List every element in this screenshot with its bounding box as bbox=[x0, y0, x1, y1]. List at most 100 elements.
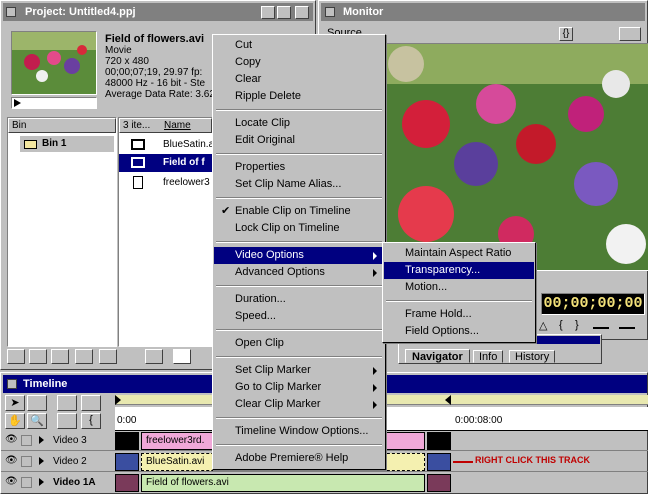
clip-thumb[interactable] bbox=[427, 474, 451, 492]
clip-field-of-flowers[interactable]: Field of flowers.avi bbox=[141, 474, 425, 492]
monitor-titlebar[interactable]: Monitor bbox=[321, 3, 645, 21]
minimize-button[interactable] bbox=[261, 6, 275, 19]
menu-item-enable-clip-on-timeline[interactable]: ✔ Enable Clip on Timeline bbox=[214, 203, 384, 220]
edit-line-icon[interactable]: } bbox=[575, 319, 579, 331]
in-out-icon[interactable]: { bbox=[81, 413, 101, 429]
menu-item-maintain-aspect-ratio[interactable]: Maintain Aspect Ratio bbox=[384, 245, 534, 262]
expand-triangle-icon[interactable] bbox=[39, 457, 44, 465]
menu-item-set-clip-marker[interactable]: Set Clip Marker bbox=[214, 362, 384, 379]
clip-freelower3rd[interactable] bbox=[115, 432, 139, 450]
extract-icon[interactable] bbox=[619, 319, 635, 329]
close-box-icon[interactable] bbox=[7, 379, 17, 389]
clip-end-frame[interactable] bbox=[427, 432, 451, 450]
menu-separator bbox=[216, 241, 382, 243]
menu-item-label: Enable Clip on Timeline bbox=[235, 205, 351, 217]
selection-tool-icon[interactable]: ➤ bbox=[5, 395, 25, 411]
trash-icon[interactable] bbox=[75, 349, 93, 364]
close-box-icon[interactable] bbox=[325, 7, 335, 17]
menu-item-clear-clip-marker[interactable]: Clear Clip Marker bbox=[214, 396, 384, 413]
eye-icon[interactable]: 👁 bbox=[5, 455, 18, 466]
menu-item-advanced-options[interactable]: Advanced Options bbox=[214, 264, 384, 281]
ripple-edit-icon[interactable] bbox=[57, 413, 77, 429]
menu-separator bbox=[216, 444, 382, 446]
track-video-1a[interactable]: 👁 Video 1A Field of flowers.avi bbox=[1, 473, 648, 493]
menu-item-field-options[interactable]: Field Options... bbox=[384, 323, 534, 340]
menu-item-copy[interactable]: Copy bbox=[214, 54, 384, 71]
lift-icon[interactable] bbox=[593, 319, 609, 329]
lock-box[interactable] bbox=[21, 435, 32, 446]
bin-item[interactable]: Bin 1 bbox=[20, 136, 114, 152]
zoom-tool-icon[interactable]: 🔍 bbox=[27, 413, 47, 429]
menu-item-adobe-premiere-help[interactable]: Adobe Premiere® Help bbox=[214, 450, 384, 467]
clip-info: Field of flowers.avi Movie 720 x 480 00;… bbox=[105, 33, 215, 100]
clip-thumb[interactable] bbox=[115, 453, 139, 471]
work-area-end-icon[interactable] bbox=[445, 395, 451, 405]
edit-line-icon[interactable]: { bbox=[559, 319, 563, 331]
menu-item-timeline-window-options[interactable]: Timeline Window Options... bbox=[214, 423, 384, 440]
arrange-icon[interactable] bbox=[99, 349, 117, 364]
bin-header[interactable]: Bin bbox=[8, 118, 116, 133]
menu-item-transparency[interactable]: Transparency... bbox=[384, 262, 534, 279]
lock-box[interactable] bbox=[21, 477, 32, 488]
monitor-menu-icon[interactable] bbox=[619, 27, 641, 41]
list-item[interactable]: freelower3 bbox=[119, 174, 212, 192]
binoculars-icon[interactable] bbox=[7, 349, 25, 364]
list-item[interactable]: BlueSatin.a bbox=[119, 136, 212, 154]
menu-item-go-to-clip-marker[interactable]: Go to Clip Marker bbox=[214, 379, 384, 396]
list-item-selected[interactable]: Field of f bbox=[119, 154, 212, 172]
tab-history[interactable]: History bbox=[509, 350, 556, 363]
list-view-icon[interactable] bbox=[173, 349, 191, 364]
menu-item-edit-original[interactable]: Edit Original bbox=[214, 132, 384, 149]
menu-item-duration[interactable]: Duration... bbox=[214, 291, 384, 308]
eye-icon[interactable]: 👁 bbox=[5, 434, 18, 445]
clip-thumb[interactable] bbox=[427, 453, 451, 471]
menu-item-clear[interactable]: Clear bbox=[214, 71, 384, 88]
menu-item-set-clip-name-alias[interactable]: Set Clip Name Alias... bbox=[214, 176, 384, 193]
eye-icon[interactable]: 👁 bbox=[5, 476, 18, 487]
thumbnail-controller[interactable] bbox=[11, 97, 97, 109]
expand-triangle-icon[interactable] bbox=[39, 436, 44, 444]
brackets-icon[interactable]: {} bbox=[559, 27, 573, 41]
name-column-header[interactable]: Name bbox=[164, 119, 191, 132]
menu-item-speed[interactable]: Speed... bbox=[214, 308, 384, 325]
close-box-icon[interactable] bbox=[6, 7, 16, 17]
work-area-start-icon[interactable] bbox=[115, 395, 121, 405]
track-select-icon[interactable] bbox=[57, 395, 77, 411]
menu-item-motion[interactable]: Motion... bbox=[384, 279, 534, 296]
new-item-icon[interactable] bbox=[51, 349, 69, 364]
project-toolbar bbox=[7, 349, 207, 365]
menu-item-label: Copy bbox=[235, 56, 261, 68]
menu-item-label: Video Options bbox=[235, 249, 304, 261]
expand-triangle-icon[interactable] bbox=[39, 478, 44, 486]
close-button[interactable] bbox=[295, 6, 309, 19]
maximize-button[interactable] bbox=[277, 6, 291, 19]
menu-item-video-options[interactable]: Video Options bbox=[214, 247, 384, 264]
menu-item-cut[interactable]: Cut bbox=[214, 37, 384, 54]
clip-audio: 48000 Hz - 16 bit - Ste bbox=[105, 78, 206, 89]
menu-item-open-clip[interactable]: Open Clip bbox=[214, 335, 384, 352]
menu-item-ripple-delete[interactable]: Ripple Delete bbox=[214, 88, 384, 105]
source-video-view[interactable] bbox=[385, 43, 648, 271]
menu-item-label: Duration... bbox=[235, 293, 286, 305]
range-select-icon[interactable] bbox=[27, 395, 47, 411]
lock-box[interactable] bbox=[21, 456, 32, 467]
play-icon[interactable] bbox=[14, 99, 21, 107]
menu-item-label: Edit Original bbox=[235, 134, 295, 146]
ruler-mark-label: 0:00:08:00 bbox=[455, 415, 503, 426]
menu-item-frame-hold[interactable]: Frame Hold... bbox=[384, 306, 534, 323]
new-bin-icon[interactable] bbox=[29, 349, 47, 364]
thumbnail-view-icon[interactable] bbox=[145, 349, 163, 364]
mark-in-icon[interactable]: △ bbox=[539, 319, 547, 332]
clip-thumb[interactable] bbox=[115, 474, 139, 492]
razor-tool-icon[interactable] bbox=[81, 395, 101, 411]
menu-item-lock-clip-on-timeline[interactable]: Lock Clip on Timeline bbox=[214, 220, 384, 237]
menu-item-properties[interactable]: Properties bbox=[214, 159, 384, 176]
bin-item-label: Bin 1 bbox=[42, 138, 67, 149]
menu-item-label: Open Clip bbox=[235, 337, 284, 349]
tab-navigator[interactable]: Navigator bbox=[405, 349, 470, 363]
menu-item-label: Set Clip Name Alias... bbox=[235, 178, 342, 190]
hand-tool-icon[interactable]: ✋ bbox=[5, 413, 25, 429]
project-titlebar[interactable]: Project: Untitled4.ppj bbox=[3, 3, 313, 21]
menu-item-locate-clip[interactable]: Locate Clip bbox=[214, 115, 384, 132]
tab-info[interactable]: Info bbox=[473, 350, 504, 363]
